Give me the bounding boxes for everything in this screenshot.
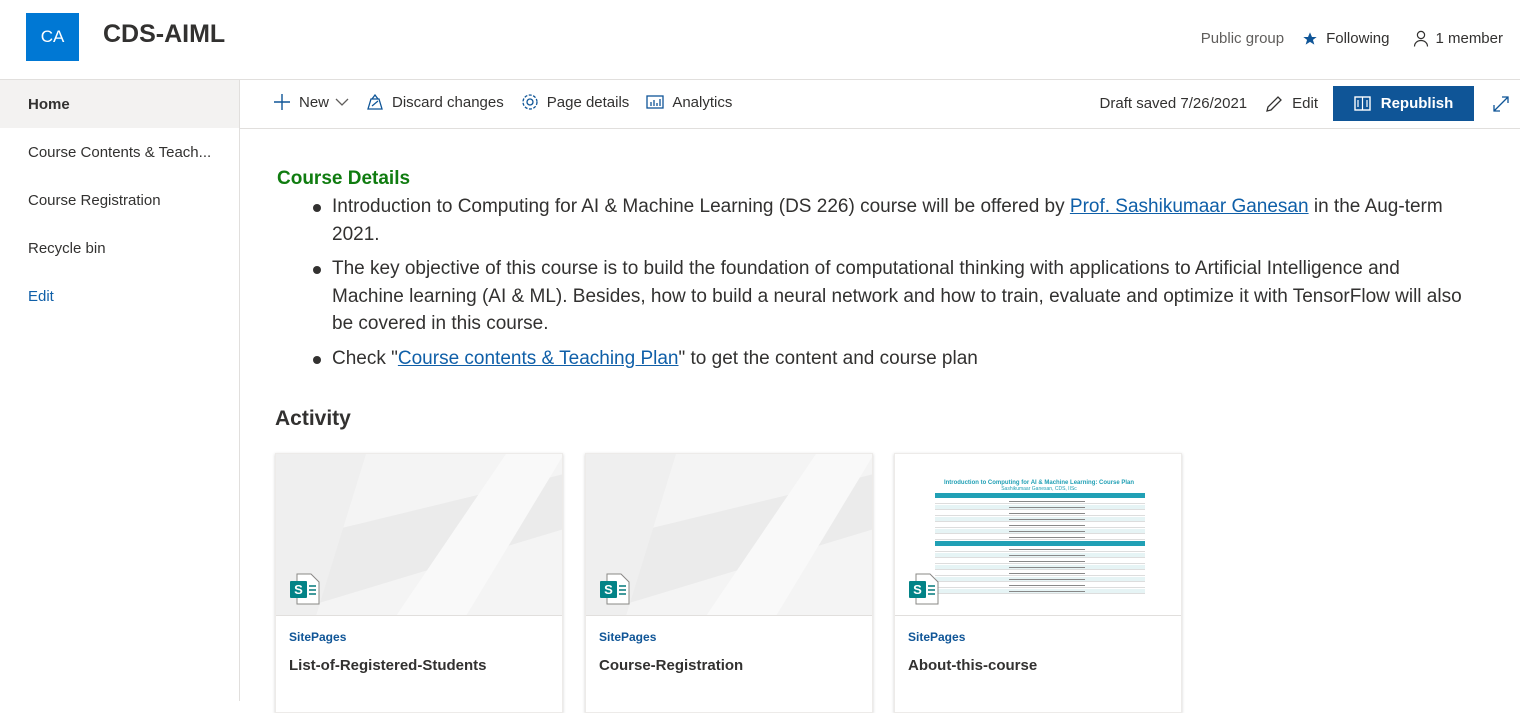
draft-status: Draft saved 7/26/2021 [1099, 95, 1248, 112]
discard-label: Discard changes [392, 93, 504, 111]
card-title[interactable]: List-of-Registered-Students [289, 657, 487, 674]
svg-text:S: S [604, 582, 613, 597]
republish-button[interactable]: Republish [1333, 86, 1474, 121]
sharepoint-page-icon: S [290, 573, 320, 605]
nav-item-recycle-bin[interactable]: Recycle bin [0, 224, 239, 272]
edit-button[interactable]: Edit [1265, 95, 1318, 113]
professor-link[interactable]: Prof. Sashikumaar Ganesan [1070, 196, 1309, 217]
card-thumbnail: Introduction to Computing for AI & Machi… [895, 454, 1181, 616]
site-title[interactable]: CDS-AIML [103, 20, 225, 49]
republish-label: Republish [1380, 95, 1454, 112]
star-icon [1303, 31, 1317, 45]
course-details-heading: Course Details [277, 168, 411, 189]
gear-icon [522, 94, 538, 110]
group-type-label: Public group [1200, 30, 1285, 47]
card-thumbnail: S [276, 454, 562, 616]
card-thumbnail: S [586, 454, 872, 616]
activity-card[interactable]: Introduction to Computing for AI & Machi… [894, 453, 1182, 713]
analytics-icon [646, 95, 664, 109]
book-icon [1354, 96, 1371, 111]
nav-item-home[interactable]: Home [0, 80, 239, 128]
card-type-label: SitePages [908, 630, 966, 644]
page-details-label: Page details [546, 93, 630, 111]
bullet3-text: Check " [332, 347, 398, 369]
sharepoint-page-icon: S [909, 573, 939, 605]
person-icon [1414, 30, 1429, 47]
site-header: CA CDS-AIML Public group Following 1 mem… [0, 0, 1520, 80]
course-contents-link[interactable]: Course contents & Teaching Plan [398, 348, 679, 369]
nav-edit-link[interactable]: Edit [0, 272, 239, 320]
main-content: Course Details Introduction to Computing… [240, 129, 1520, 713]
sharepoint-page-icon: S [600, 573, 630, 605]
svg-text:S: S [294, 582, 303, 597]
nav-item-course-contents[interactable]: Course Contents & Teach... [0, 128, 239, 176]
header-actions: Public group Following 1 member [1201, 30, 1503, 47]
discard-icon [367, 93, 383, 110]
card-title[interactable]: Course-Registration [599, 657, 743, 674]
new-button[interactable]: New [273, 93, 349, 111]
edit-label: Edit [1292, 95, 1318, 112]
page-details-button[interactable]: Page details [521, 93, 630, 111]
bullet1-text: Introduction to Computing for AI & Machi… [332, 196, 1070, 217]
card-type-label: SitePages [599, 630, 657, 644]
left-navigation: Home Course Contents & Teach... Course R… [0, 80, 240, 701]
chevron-down-icon [335, 98, 349, 106]
analytics-button[interactable]: Analytics [646, 94, 732, 111]
activity-card[interactable]: S SitePages List-of-Registered-Students [275, 453, 563, 713]
list-item: Introduction to Computing for AI & Machi… [310, 193, 1475, 248]
card-title[interactable]: About-this-course [908, 657, 1037, 674]
discard-changes-button[interactable]: Discard changes [366, 93, 504, 111]
pencil-icon [1266, 95, 1283, 112]
list-item: The key objective of this course is to b… [310, 255, 1475, 338]
plus-icon [274, 94, 290, 110]
members-button[interactable]: 1 member [1413, 30, 1503, 47]
site-logo[interactable]: CA [26, 13, 79, 61]
follow-button[interactable]: Following [1302, 30, 1389, 47]
members-label: 1 member [1435, 30, 1503, 47]
course-plan-preview: Introduction to Computing for AI & Machi… [933, 476, 1145, 615]
preview-subtitle: Sashikumaar Ganesan, CDS, IISc [1001, 486, 1077, 492]
follow-label: Following [1326, 30, 1390, 47]
card-type-label: SitePages [289, 630, 347, 644]
new-label: New [299, 93, 330, 111]
list-item: Check "Course contents & Teaching Plan" … [310, 345, 1475, 373]
activity-card[interactable]: S SitePages Course-Registration [585, 453, 873, 713]
bullet3-text-end: " to get the content and course plan [678, 347, 978, 369]
course-details-list: Introduction to Computing for AI & Machi… [310, 193, 1475, 379]
activity-heading: Activity [275, 407, 351, 430]
command-bar: New Discard changes Page details Analyti… [240, 80, 1520, 129]
svg-text:S: S [913, 582, 922, 597]
expand-icon[interactable] [1492, 95, 1510, 113]
analytics-label: Analytics [672, 93, 733, 111]
nav-item-course-registration[interactable]: Course Registration [0, 176, 239, 224]
